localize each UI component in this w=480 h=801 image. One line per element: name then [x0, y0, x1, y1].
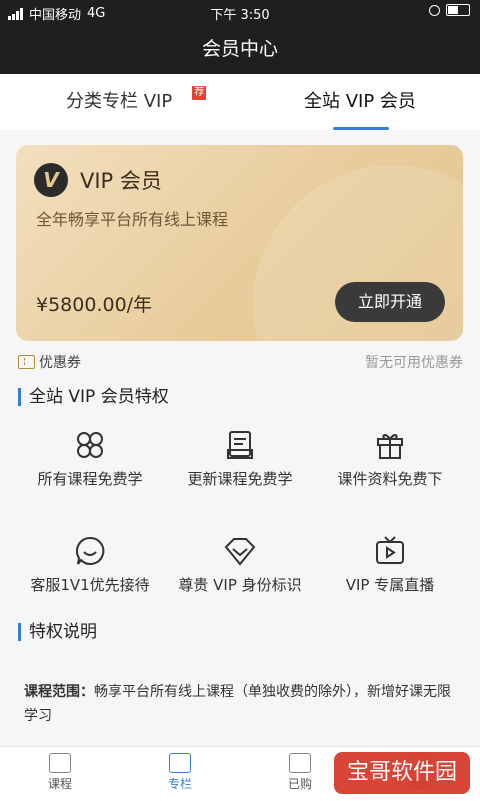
battery-icon [446, 4, 470, 16]
coupon-row[interactable]: 优惠券 暂无可用优惠券 [18, 352, 463, 374]
bottom-nav-label: 课程 [47, 777, 72, 791]
coupon-label: 优惠券 [39, 355, 81, 371]
privilege-label: 客服1V1优先接待 [30, 576, 150, 594]
status-right [429, 4, 470, 16]
explain-title: 特权说明 [18, 623, 97, 641]
bottom-nav-courses[interactable]: 课程 [20, 753, 100, 792]
vip-card-subtitle: 全年畅享平台所有线上课程 [36, 210, 229, 229]
privilege-label: 课件资料免费下 [337, 470, 443, 488]
list-icon [169, 753, 191, 773]
privilege-item[interactable]: 更新课程免费学 [160, 428, 320, 489]
privilege-item[interactable]: 课件资料免费下 [310, 428, 470, 489]
diamond-icon [224, 538, 256, 566]
explain-range: 课程范围：畅享平台所有线上课程（单独收费的除外），新增好课无限学习 [24, 680, 464, 728]
gift-icon [377, 434, 403, 459]
explain-range-label: 课程范围： [24, 684, 94, 700]
coupon-status: 暂无可用优惠券 [365, 355, 463, 371]
rotation-lock-icon [429, 4, 440, 16]
smile-chat-icon [75, 536, 105, 565]
tab-site-vip[interactable]: 全站 VIP 会员 [304, 74, 416, 130]
active-tab-indicator [333, 127, 389, 130]
vip-card: V VIP 会员 全年畅享平台所有线上课程 ¥5800.00/年 立即开通 [16, 145, 463, 341]
clover-icon [77, 432, 103, 458]
privilege-label: 更新课程免费学 [187, 470, 293, 488]
bottom-nav-column[interactable]: 专栏 [140, 753, 220, 792]
tab-bar: 分类专栏 VIP 荐 全站 VIP 会员 [0, 74, 480, 130]
privilege-item[interactable]: 尊贵 VIP 身份标识 [160, 534, 320, 595]
tv-icon [376, 536, 404, 564]
watermark: 宝哥软件园 [334, 752, 470, 794]
privilege-item[interactable]: 所有课程免费学 [10, 428, 170, 489]
tab-label: 分类专栏 VIP [66, 91, 173, 112]
privilege-label: VIP 专属直播 [345, 576, 435, 594]
vip-card-title: VIP 会员 [80, 169, 162, 193]
status-time: 下午 3:50 [210, 8, 270, 23]
tab-category-vip[interactable]: 分类专栏 VIP 荐 [66, 74, 207, 130]
privilege-item[interactable]: VIP 专属直播 [310, 534, 470, 595]
open-membership-button[interactable]: 立即开通 [335, 282, 445, 322]
privilege-item[interactable]: 客服1V1优先接待 [10, 534, 170, 595]
bottom-nav-label: 已购 [287, 777, 312, 791]
recommend-badge: 荐 [192, 86, 207, 100]
vip-price: ¥5800.00/年 [36, 294, 153, 316]
privilege-label: 所有课程免费学 [37, 470, 143, 488]
tab-label: 全站 VIP 会员 [304, 91, 416, 112]
vip-logo-icon: V [34, 163, 68, 197]
coupon-label-group: 优惠券 [18, 352, 81, 372]
privileges-title: 全站 VIP 会员特权 [18, 388, 169, 406]
coupon-icon [18, 355, 35, 369]
document-icon [227, 431, 253, 459]
bottom-nav-label: 专栏 [167, 777, 192, 791]
video-icon [49, 753, 71, 773]
privilege-label: 尊贵 VIP 身份标识 [178, 576, 302, 594]
status-bar: 中国移动 4G 下午 3:50 [0, 0, 480, 24]
bottom-nav-purchased[interactable]: 已购 [260, 753, 340, 792]
page-title: 会员中心 [0, 24, 480, 74]
clipboard-icon [289, 753, 311, 773]
